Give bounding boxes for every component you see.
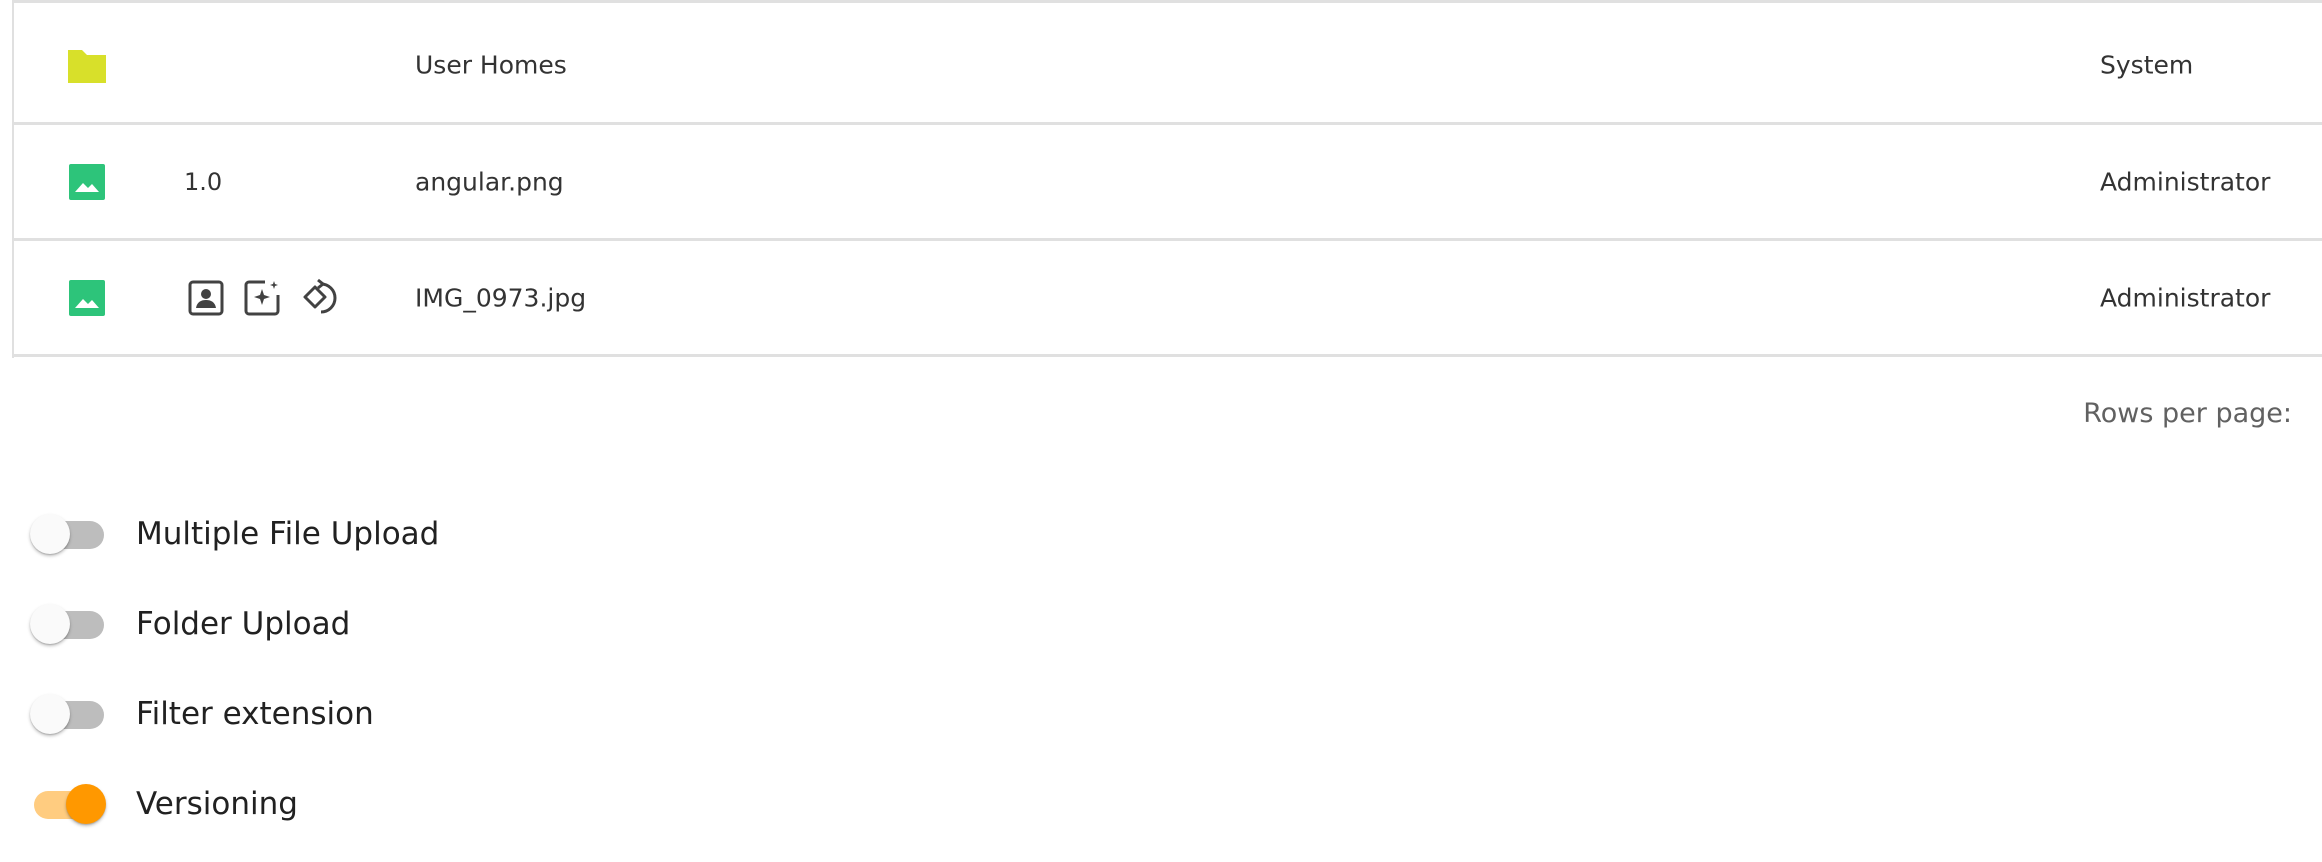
- table-row[interactable]: 1.0 angular.png Administrator: [14, 125, 2322, 241]
- toggle-label: Multiple File Upload: [136, 516, 440, 552]
- file-name: User Homes: [415, 50, 567, 80]
- switch-thumb[interactable]: [30, 694, 70, 734]
- toggle-label: Versioning: [136, 786, 298, 822]
- version-cell: 1.0: [184, 167, 223, 196]
- portrait-icon[interactable]: [187, 279, 225, 317]
- switch-thumb[interactable]: [66, 784, 106, 824]
- switch-thumb[interactable]: [30, 604, 70, 644]
- folder-upload-toggle[interactable]: Folder Upload: [30, 602, 350, 646]
- switch-thumb[interactable]: [30, 514, 70, 554]
- versioning-toggle[interactable]: Versioning: [30, 782, 298, 826]
- toggle-switch[interactable]: [30, 692, 106, 736]
- folder-icon: [66, 45, 108, 85]
- toggle-switch[interactable]: [30, 602, 106, 646]
- file-name: IMG_0973.jpg: [415, 283, 587, 312]
- image-icon: [66, 278, 108, 318]
- status-icons: [187, 278, 341, 318]
- multiple-file-upload-toggle[interactable]: Multiple File Upload: [30, 512, 439, 556]
- pagination: Rows per page:: [2083, 398, 2292, 429]
- table-row[interactable]: IMG_0973.jpg Administrator: [14, 241, 2322, 357]
- image-icon: [66, 162, 108, 202]
- auto-awesome-icon[interactable]: [243, 279, 281, 317]
- owner-cell: Administrator: [2100, 283, 2271, 312]
- owner-cell: System: [2100, 50, 2194, 80]
- filter-extension-toggle[interactable]: Filter extension: [30, 692, 374, 736]
- toggle-label: Folder Upload: [136, 606, 351, 642]
- file-name: angular.png: [415, 167, 564, 196]
- toggle-label: Filter extension: [136, 696, 374, 732]
- rotate-icon[interactable]: [299, 278, 341, 318]
- document-list-table: User Homes System 1.0 angular.png Admini…: [12, 0, 2322, 358]
- toggle-switch[interactable]: [30, 782, 106, 826]
- owner-cell: Administrator: [2100, 167, 2271, 196]
- toggle-switch[interactable]: [30, 512, 106, 556]
- rows-per-page-label: Rows per page:: [2083, 398, 2292, 429]
- table-row[interactable]: User Homes System: [14, 8, 2322, 125]
